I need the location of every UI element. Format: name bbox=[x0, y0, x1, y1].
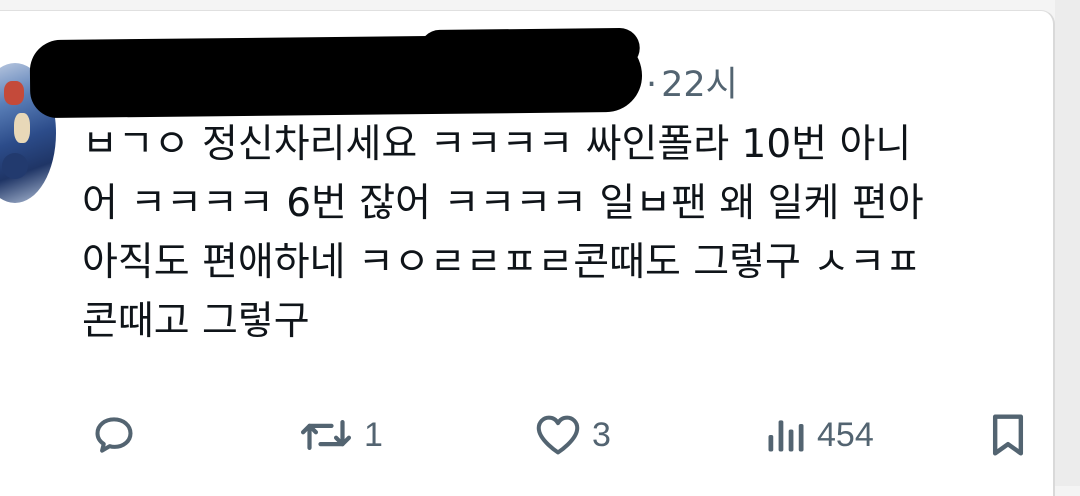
tweet-timestamp[interactable]: 22시 bbox=[661, 65, 738, 105]
tweet-text-line: 아직도 편애하네 ㅋㅇㄹㄹㅍㄹ콘때도 그렇구 ㅅㅋㅍ bbox=[82, 240, 921, 285]
views-button[interactable]: 454 bbox=[763, 405, 874, 465]
screen-edge bbox=[1055, 0, 1080, 486]
tweet-meta: · 22시 bbox=[646, 65, 738, 105]
bookmark-icon bbox=[986, 411, 1030, 459]
views-icon bbox=[763, 413, 807, 457]
tweet-text: ㅂㄱㅇ 정신차리세요 ㅋㅋㅋㅋ 싸인폴라 10번 아니 어 ㅋㅋㅋㅋ 6번 잖어… bbox=[82, 115, 1055, 351]
views-count: 454 bbox=[817, 415, 874, 454]
heart-icon bbox=[534, 413, 582, 457]
redacted-username bbox=[29, 33, 643, 119]
like-count: 3 bbox=[592, 415, 611, 454]
like-button[interactable]: 3 bbox=[534, 405, 611, 465]
retweet-button[interactable]: 1 bbox=[298, 405, 383, 465]
tweet-actions: 1 3 454 bbox=[0, 405, 1055, 465]
reply-icon bbox=[92, 413, 136, 457]
meta-separator: · bbox=[646, 65, 658, 105]
reply-button[interactable] bbox=[92, 405, 136, 465]
tweet-text-line: ㅂㄱㅇ 정신차리세요 ㅋㅋㅋㅋ 싸인폴라 10번 아니 bbox=[82, 122, 912, 167]
tweet-text-line: 콘때고 그렇구 bbox=[82, 299, 310, 344]
retweet-count: 1 bbox=[364, 415, 383, 454]
bookmark-button[interactable] bbox=[986, 405, 1030, 465]
tweet-card[interactable]: · 22시 ㅂㄱㅇ 정신차리세요 ㅋㅋㅋㅋ 싸인폴라 10번 아니 어 ㅋㅋㅋㅋ … bbox=[0, 10, 1055, 496]
tweet-text-line: 어 ㅋㅋㅋㅋ 6번 잖어 ㅋㅋㅋㅋ 일ㅂ팬 왜 일케 편아 bbox=[82, 181, 924, 226]
retweet-icon bbox=[298, 413, 354, 457]
